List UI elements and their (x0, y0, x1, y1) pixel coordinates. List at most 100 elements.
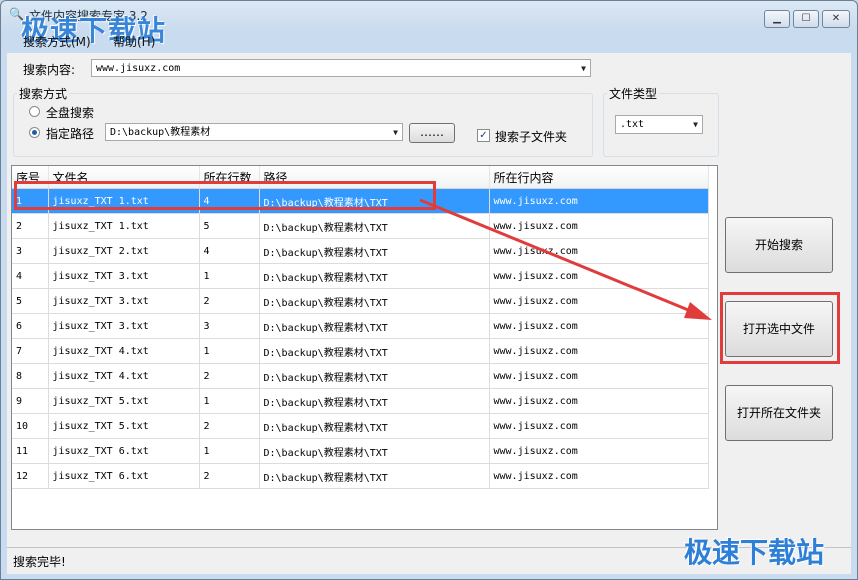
table-row[interactable]: 12 jisuxz_TXT 6.txt 2 D:\backup\教程素材\TXT www… (12, 463, 709, 489)
table-cell: D:\backup\教程素材\TXT (259, 338, 490, 364)
status-text: 搜索完毕! (13, 555, 66, 569)
search-content-input[interactable]: www.jisuxz.com ▼ (91, 59, 591, 77)
table-cell: D:\backup\教程素材\TXT (259, 438, 490, 464)
table-cell: 5 (12, 288, 49, 314)
table-cell: 6 (12, 313, 49, 339)
search-content-value: www.jisuxz.com (96, 63, 181, 74)
table-cell: 2 (199, 288, 260, 314)
table-cell: 3 (199, 313, 260, 339)
table-cell: D:\backup\教程素材\TXT (259, 463, 490, 489)
table-cell: 1 (199, 388, 260, 414)
table-cell: www.jisuxz.com (489, 188, 709, 214)
menu-search-mode[interactable]: 搜索方式(M) (23, 33, 91, 50)
table-cell: 2 (199, 363, 260, 389)
table-row[interactable]: 7 jisuxz_TXT 4.txt 1 D:\backup\教程素材\TXT www.… (12, 338, 709, 364)
table-cell: www.jisuxz.com (489, 388, 709, 414)
table-cell: www.jisuxz.com (489, 313, 709, 339)
open-folder-button[interactable]: 打开所在文件夹 (725, 385, 833, 441)
table-cell: D:\backup\教程素材\TXT (259, 213, 490, 239)
table-cell: 1 (199, 338, 260, 364)
table-cell: 9 (12, 388, 49, 414)
table-row[interactable]: 4 jisuxz_TXT 3.txt 1 D:\backup\教程素材\TXT www.… (12, 263, 709, 289)
table-cell: D:\backup\教程素材\TXT (259, 388, 490, 414)
table-row[interactable]: 11 jisuxz_TXT 6.txt 1 D:\backup\教程素材\TXT www… (12, 438, 709, 464)
file-type-select[interactable]: .txt ▼ (615, 115, 703, 134)
table-cell: jisuxz_TXT 2.txt (48, 238, 200, 264)
minimize-button[interactable]: ▁ (764, 10, 790, 28)
results-table[interactable]: 序号 文件名 所在行数 路径 所在行内容 1 jisuxz_TXT 1.txt 4 D… (11, 165, 718, 530)
table-cell: D:\backup\教程素材\TXT (259, 313, 490, 339)
close-icon: ✕ (831, 13, 841, 24)
table-cell: www.jisuxz.com (489, 288, 709, 314)
table-row[interactable]: 10 jisuxz_TXT 5.txt 2 D:\backup\教程素材\TXT www… (12, 413, 709, 439)
chevron-down-icon[interactable]: ▼ (693, 116, 698, 134)
table-row[interactable]: 8 jisuxz_TXT 4.txt 2 D:\backup\教程素材\TXT www.… (12, 363, 709, 389)
table-cell: 7 (12, 338, 49, 364)
table-cell: jisuxz_TXT 3.txt (48, 288, 200, 314)
table-cell: 4 (199, 238, 260, 264)
subfolder-label: 搜索子文件夹 (495, 130, 568, 144)
table-cell: 8 (12, 363, 49, 389)
table-cell: jisuxz_TXT 4.txt (48, 338, 200, 364)
table-cell: www.jisuxz.com (489, 338, 709, 364)
path-value: D:\backup\教程素材 (110, 127, 211, 138)
table-cell: www.jisuxz.com (489, 413, 709, 439)
full-disk-label: 全盘搜索 (46, 106, 95, 120)
table-cell: www.jisuxz.com (489, 363, 709, 389)
table-cell: 10 (12, 413, 49, 439)
table-cell: D:\backup\教程素材\TXT (259, 238, 490, 264)
maximize-button[interactable]: ☐ (793, 10, 819, 28)
table-cell: 4 (12, 263, 49, 289)
table-cell: D:\backup\教程素材\TXT (259, 288, 490, 314)
app-window: 🔍 文件内容搜索专家 3.2 ▁ ☐ ✕ 极速下载站 搜索方式(M) 帮助(H)… (0, 0, 858, 580)
file-type-value: .txt (620, 119, 645, 130)
table-row[interactable]: 2 jisuxz_TXT 1.txt 5 D:\backup\教程素材\TXT www.… (12, 213, 709, 239)
table-cell: jisuxz_TXT 5.txt (48, 388, 200, 414)
table-cell: jisuxz_TXT 5.txt (48, 413, 200, 439)
table-cell: 3 (12, 238, 49, 264)
browse-button[interactable]: …… (409, 123, 455, 143)
radio-specified-path[interactable] (29, 127, 40, 138)
table-row[interactable]: 6 jisuxz_TXT 3.txt 3 D:\backup\教程素材\TXT www.… (12, 313, 709, 339)
start-search-button[interactable]: 开始搜索 (725, 217, 833, 273)
table-cell: D:\backup\教程素材\TXT (259, 413, 490, 439)
annotation-highlight-button (720, 292, 840, 364)
table-cell: 2 (12, 213, 49, 239)
file-type-title: 文件类型 (607, 85, 660, 102)
table-cell: jisuxz_TXT 3.txt (48, 263, 200, 289)
table-cell: D:\backup\教程素材\TXT (259, 263, 490, 289)
table-cell: D:\backup\教程素材\TXT (259, 363, 490, 389)
specified-path-label: 指定路径 (46, 127, 95, 141)
annotation-highlight-row (14, 181, 436, 210)
menu-help[interactable]: 帮助(H) (113, 33, 155, 50)
table-cell: 2 (199, 463, 260, 489)
maximize-icon: ☐ (801, 13, 811, 24)
chevron-down-icon[interactable]: ▼ (581, 60, 586, 78)
search-mode-title: 搜索方式 (17, 85, 70, 102)
path-input[interactable]: D:\backup\教程素材 ▼ (105, 123, 403, 141)
table-cell: 1 (199, 438, 260, 464)
radio-full-disk[interactable] (29, 106, 40, 117)
table-row[interactable]: 9 jisuxz_TXT 5.txt 1 D:\backup\教程素材\TXT www.… (12, 388, 709, 414)
table-cell: jisuxz_TXT 1.txt (48, 213, 200, 239)
table-cell: www.jisuxz.com (489, 263, 709, 289)
subfolder-checkbox[interactable]: ✓ (477, 129, 490, 142)
table-cell: www.jisuxz.com (489, 213, 709, 239)
table-cell: www.jisuxz.com (489, 463, 709, 489)
table-cell: jisuxz_TXT 4.txt (48, 363, 200, 389)
table-row[interactable]: 3 jisuxz_TXT 2.txt 4 D:\backup\教程素材\TXT www.… (12, 238, 709, 264)
close-button[interactable]: ✕ (822, 10, 850, 28)
chevron-down-icon[interactable]: ▼ (393, 124, 398, 142)
table-cell: 12 (12, 463, 49, 489)
minimize-icon: ▁ (773, 13, 781, 24)
column-header[interactable]: 所在行内容 (489, 166, 709, 189)
table-cell: 1 (199, 263, 260, 289)
table-cell: jisuxz_TXT 3.txt (48, 313, 200, 339)
search-content-label: 搜索内容: (23, 63, 76, 77)
table-cell: www.jisuxz.com (489, 438, 709, 464)
table-row[interactable]: 5 jisuxz_TXT 3.txt 2 D:\backup\教程素材\TXT www.… (12, 288, 709, 314)
table-cell: www.jisuxz.com (489, 238, 709, 264)
menu-bar: 搜索方式(M) 帮助(H) (1, 31, 857, 51)
table-cell: jisuxz_TXT 6.txt (48, 438, 200, 464)
table-cell: 2 (199, 413, 260, 439)
